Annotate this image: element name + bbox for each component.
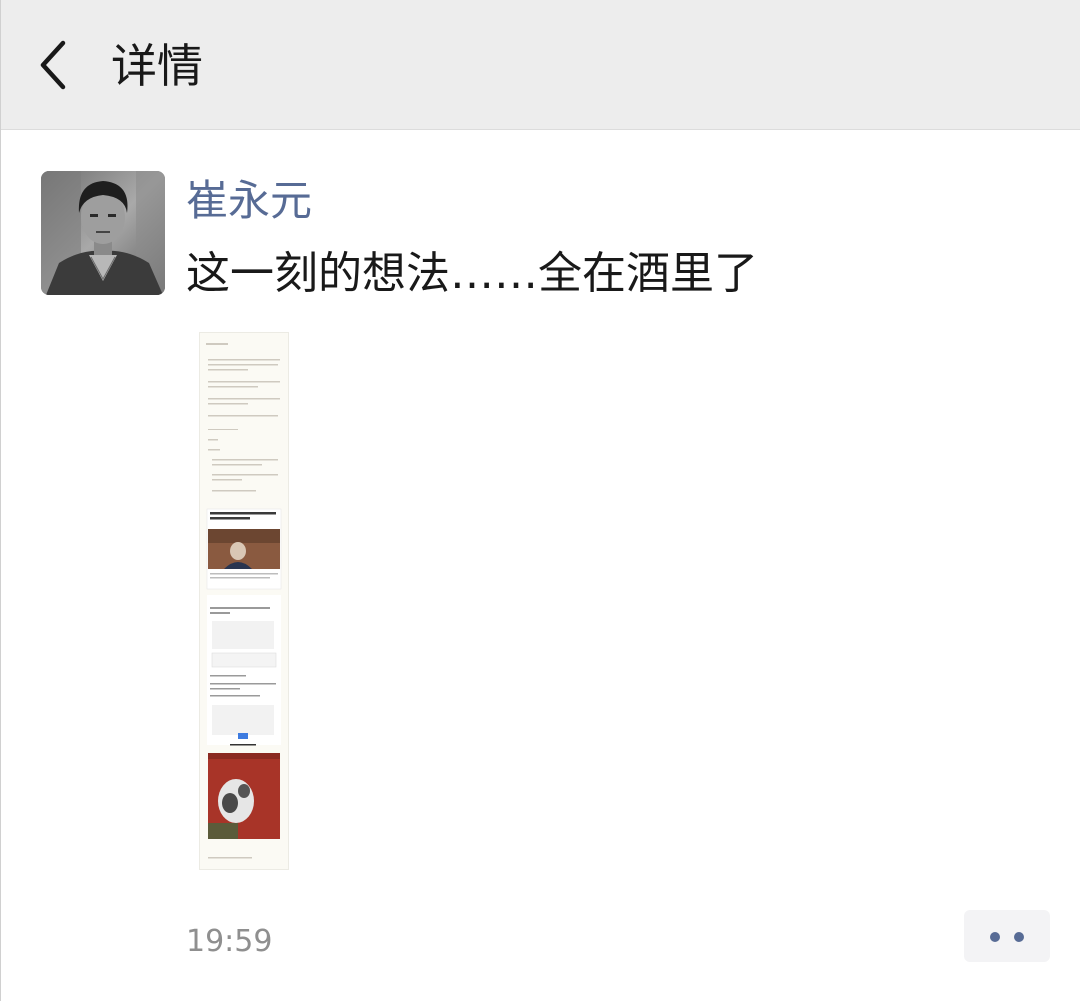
more-dots-icon xyxy=(990,932,1000,942)
avatar[interactable] xyxy=(41,171,165,295)
post-time: 19:59 xyxy=(186,924,273,959)
chevron-left-icon xyxy=(40,40,66,90)
top-bar: 详情 xyxy=(1,0,1080,130)
author-name[interactable]: 崔永元 xyxy=(186,172,312,230)
avatar-photo xyxy=(41,171,165,295)
back-button[interactable] xyxy=(31,35,81,95)
post-image[interactable] xyxy=(199,332,289,870)
moment-detail-page: 详情 崔永元 这一刻的想法……全在酒里了 19:59 xyxy=(0,0,1080,1001)
more-button[interactable] xyxy=(964,910,1050,962)
more-dots-icon xyxy=(1014,932,1024,942)
long-screenshot-image xyxy=(200,333,288,869)
page-title: 详情 xyxy=(111,39,203,93)
post-text: 这一刻的想法……全在酒里了 xyxy=(186,248,758,299)
